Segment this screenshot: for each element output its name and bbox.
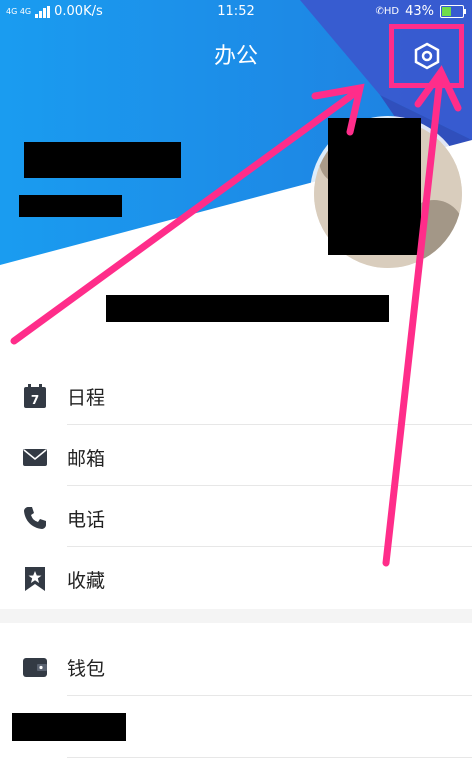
status-right: ✆HD 43% <box>375 4 466 19</box>
menu-label: 收藏 <box>67 570 106 592</box>
mail-icon <box>23 449 47 466</box>
menu-label: 邮箱 <box>67 448 106 470</box>
divider <box>67 485 472 486</box>
battery-percent: 43% <box>405 4 434 19</box>
redacted-organization <box>106 295 389 322</box>
redacted-user-subtitle <box>19 195 122 217</box>
calendar-icon: 7 <box>24 384 46 408</box>
divider <box>67 695 472 696</box>
wallet-icon <box>23 658 47 677</box>
menu-label: 钱包 <box>67 658 106 680</box>
menu-item-mailbox[interactable]: 邮箱 <box>0 426 472 486</box>
redacted-user-name <box>24 142 181 178</box>
divider <box>67 546 472 547</box>
divider <box>67 424 472 425</box>
redacted-menu-item <box>12 713 126 741</box>
menu-label: 日程 <box>67 387 106 409</box>
hd-label: HD <box>383 6 400 17</box>
settings-button[interactable] <box>389 24 464 88</box>
hd-call-icon: ✆HD <box>375 6 400 17</box>
status-bar: 4G 4G 0.00K/s 11:52 ✆HD 43% <box>0 0 472 24</box>
menu-label: 电话 <box>67 509 106 531</box>
section-gap <box>0 609 472 623</box>
menu-item-wallet[interactable]: 钱包 <box>0 636 472 696</box>
menu-item-phone[interactable]: 电话 <box>0 487 472 547</box>
battery-icon <box>440 5 466 18</box>
menu-item-favorites[interactable]: 收藏 <box>0 548 472 608</box>
phone-icon <box>24 507 46 529</box>
svg-text:7: 7 <box>31 393 39 407</box>
divider <box>67 757 472 758</box>
hexagon-settings-icon <box>414 42 439 70</box>
redacted-avatar <box>328 118 421 255</box>
bookmark-star-icon <box>25 567 45 591</box>
menu-item-schedule[interactable]: 7 日程 <box>0 365 472 425</box>
